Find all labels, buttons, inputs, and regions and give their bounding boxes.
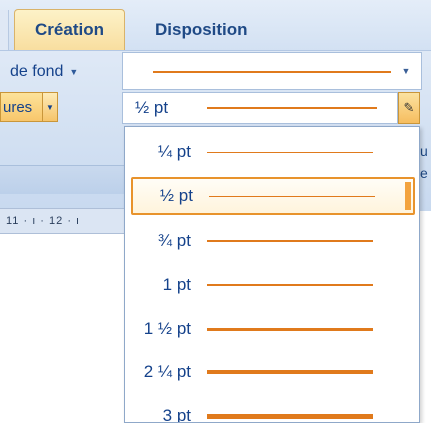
border-style-preview-line [153, 71, 391, 73]
tab-creation[interactable]: Création [14, 9, 125, 50]
partial-right-glyphs: u e [420, 143, 428, 181]
weight-option-label: ¾ pt [157, 231, 191, 250]
partial-right-labels: u e [420, 140, 431, 190]
weight-option-line [207, 151, 373, 153]
weight-option-label: 2 ¼ pt [143, 362, 191, 381]
tab-disposition[interactable]: Disposition [155, 9, 248, 50]
weight-option[interactable]: 3 pt [131, 397, 415, 423]
weight-option-line [209, 195, 375, 197]
ruler: 11 · ı · 12 · ı [0, 208, 126, 234]
borders-dropdown-arrow-icon[interactable]: ▼ [42, 93, 57, 121]
weight-option-label: 3 pt [162, 406, 191, 423]
weight-option-line [207, 327, 373, 331]
weight-option-line [207, 413, 373, 419]
chevron-down-icon[interactable]: ▼ [395, 57, 417, 85]
shading-button[interactable]: de fond ▼ [10, 63, 78, 81]
ribbon-group-footer [0, 166, 126, 194]
tab-left-partial[interactable] [0, 10, 9, 50]
border-style-combo[interactable]: ▼ [122, 52, 422, 90]
weight-option-label: 1 ½ pt [143, 319, 191, 338]
ruler-ticks: 11 · ı · 12 · ı [6, 215, 81, 227]
border-weight-preview-line [207, 107, 377, 109]
weight-option[interactable]: 1 ½ pt [131, 310, 415, 348]
border-weight-combo[interactable]: ½ pt [122, 92, 398, 124]
weight-option-line [207, 370, 373, 374]
ribbon-tab-bar: Création Disposition [0, 0, 431, 50]
weight-option-selected[interactable]: ½ pt [131, 177, 415, 215]
pen-color-button[interactable]: ✎ [398, 92, 420, 124]
weight-option[interactable]: 2 ¼ pt [131, 353, 415, 391]
border-weight-dropdown: ¼ pt ½ pt ¾ pt 1 pt 1 ½ pt 2 ¼ pt 3 pt [124, 126, 420, 423]
chevron-down-icon: ▼ [69, 67, 79, 77]
border-weight-current: ½ pt [135, 98, 169, 117]
pen-icon: ✎ [403, 100, 415, 115]
borders-button[interactable]: ures ▼ [0, 92, 58, 122]
borders-label: ures [3, 98, 33, 116]
weight-option-label: 1 pt [162, 275, 191, 294]
weight-option-line [207, 284, 373, 286]
weight-option-label: ½ pt [159, 186, 193, 205]
shading-label: de fond [10, 63, 64, 80]
weight-option-label: ¼ pt [157, 142, 191, 161]
weight-option-line [207, 240, 373, 242]
weight-option[interactable]: ¼ pt [131, 133, 415, 171]
weight-option[interactable]: ¾ pt [131, 222, 415, 260]
weight-option[interactable]: 1 pt [131, 266, 415, 304]
